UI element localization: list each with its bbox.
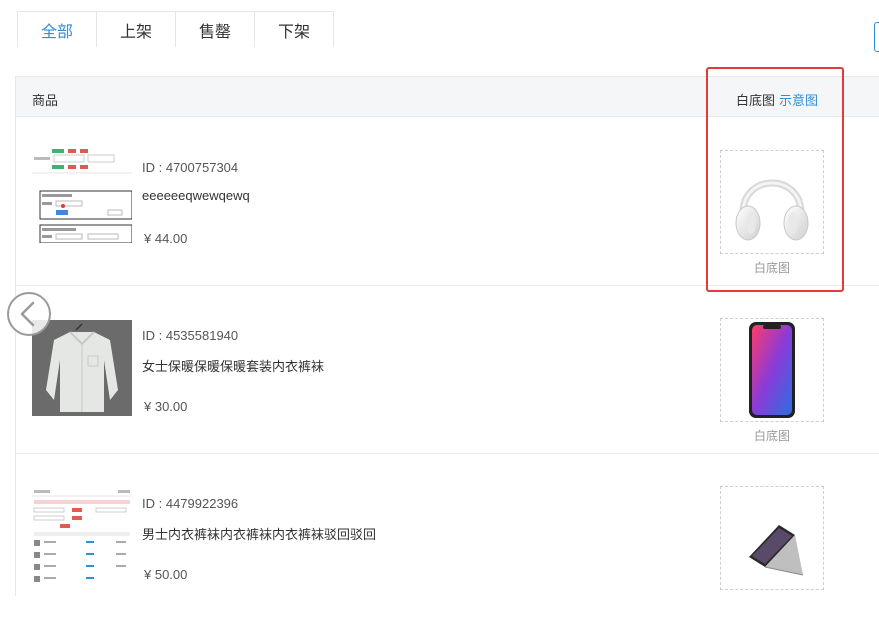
edge-button[interactable] — [874, 22, 879, 52]
product-name[interactable]: 男士内衣裤袜内衣裤袜内衣裤袜驳回驳回 — [142, 524, 376, 543]
product-price: ¥ 50.00 — [144, 567, 188, 582]
product-price: ¥ 44.00 — [144, 231, 188, 246]
product-table: 商品 白底图 示意图 ID: 4700757304 eeeeeeqwewqew… — [15, 76, 879, 596]
headphones-image-icon — [735, 179, 809, 241]
product-name[interactable]: 女士保暖保暖保暖套装内衣裤袜 — [142, 356, 324, 375]
white-bg-image-slot[interactable] — [720, 150, 824, 254]
table-header: 商品 白底图 示意图 — [16, 77, 879, 117]
white-bg-image-slot[interactable] — [720, 486, 824, 590]
prev-arrow-icon[interactable] — [6, 291, 52, 337]
screenshot-thumbnail-icon[interactable] — [32, 147, 132, 243]
product-name[interactable]: eeeeeeqwewqewq — [142, 188, 250, 203]
table-row: ID : 4700757304 eeeeeeqwewqewq ¥ 44.00 白… — [16, 118, 879, 286]
product-id: ID : 4700757304 — [142, 160, 239, 175]
tab-sold-out[interactable]: 售罄 — [175, 11, 255, 47]
laptop-image-icon — [749, 525, 804, 576]
table-row: ID : 4535581940 女士保暖保暖保暖套装内衣裤袜 ¥ 30.00 白… — [16, 286, 879, 454]
product-id: ID : 4535581940 — [142, 328, 239, 343]
tab-all[interactable]: 全部 — [17, 11, 97, 47]
product-price: ¥ 30.00 — [144, 399, 188, 414]
product-id: ID : 4479922396 — [142, 496, 239, 511]
column-header-white-bg-label: 白底图 — [736, 93, 776, 108]
column-header-white-bg: 白底图 示意图 — [736, 90, 818, 109]
tab-off-shelf[interactable]: 下架 — [254, 11, 334, 47]
white-bg-image-slot[interactable] — [720, 318, 824, 422]
status-tabs: 全部 上架 售罄 下架 — [17, 11, 334, 47]
white-bg-label: 白底图 — [753, 429, 790, 443]
column-header-product: 商品 — [32, 93, 59, 108]
example-image-link[interactable]: 示意图 — [779, 93, 818, 108]
table-row: ID : 4479922396 男士内衣裤袜内衣裤袜内衣裤袜驳回驳回 ¥ 50.… — [16, 454, 879, 622]
tab-on-shelf[interactable]: 上架 — [96, 11, 176, 47]
screenshot-thumbnail-icon[interactable] — [32, 488, 132, 584]
white-bg-label: 白底图 — [753, 261, 790, 275]
phone-image-icon — [749, 322, 795, 418]
